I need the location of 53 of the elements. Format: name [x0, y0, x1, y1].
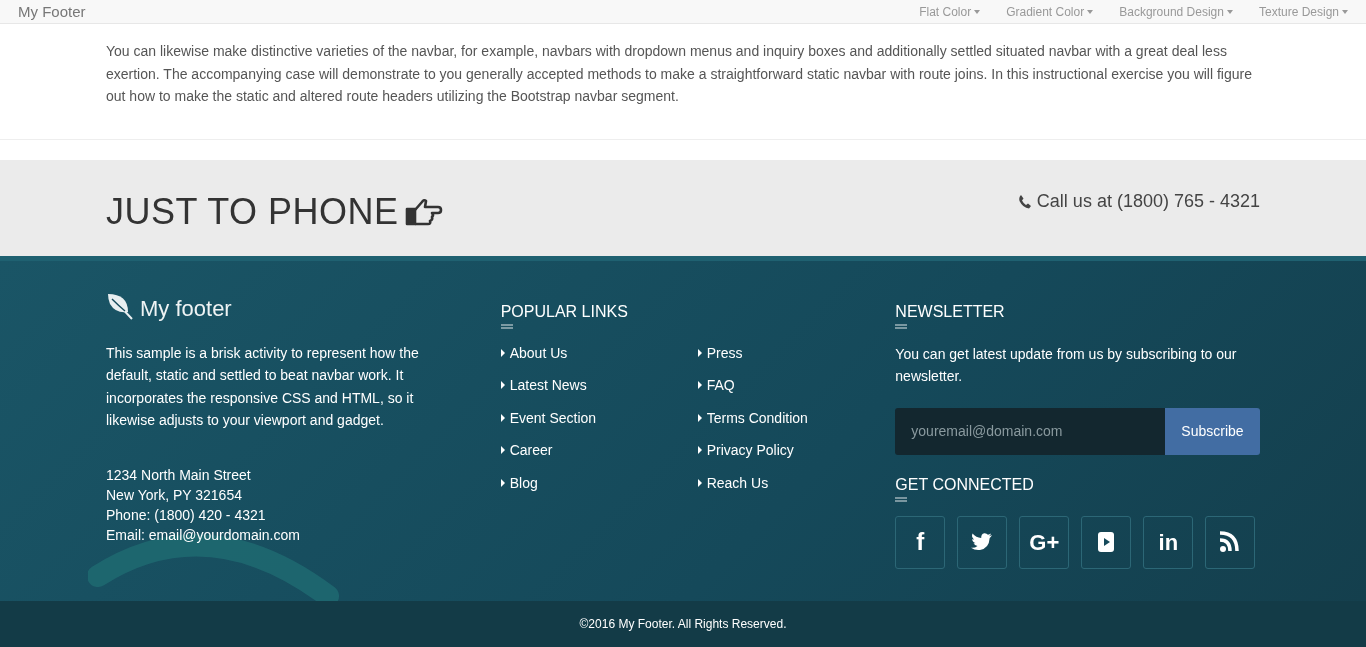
phone-number: Call us at (1800) 765 - 4321 — [1036, 190, 1260, 213]
linkedin-link[interactable]: in — [1143, 515, 1194, 569]
copyright-text: ©2016 My Footer. All Rights Reserved. — [579, 615, 787, 633]
cta-heading: JUST TO PHONE — [106, 193, 399, 230]
caret-right-icon — [500, 446, 505, 455]
section-heading: GET CONNECTED — [895, 474, 1035, 493]
footer-link[interactable]: About Us — [500, 342, 698, 363]
caret-right-icon — [697, 348, 702, 357]
address-line: 1234 North Main Street — [106, 465, 252, 485]
section-heading: POPULAR LINKS — [500, 301, 629, 320]
rss-link[interactable] — [1205, 515, 1256, 569]
phone-icon — [1017, 194, 1032, 209]
footer-link[interactable]: Press — [697, 342, 895, 363]
footer-link[interactable]: Terms Condition — [697, 407, 895, 428]
caret-right-icon — [697, 381, 702, 390]
address-line: Phone: (1800) 420 - 4321 — [106, 505, 267, 525]
caret-icon — [1342, 9, 1348, 14]
caret-right-icon — [500, 381, 505, 390]
caret-icon — [974, 9, 981, 14]
googleplus-link[interactable]: G+ — [1019, 515, 1070, 569]
youtube-link[interactable] — [1081, 515, 1132, 569]
heading-underline-icon — [895, 323, 908, 329]
caret-right-icon — [697, 446, 702, 455]
facebook-link[interactable]: f — [895, 515, 946, 569]
about-paragraph: This sample is a brisk activity to represent how the default, static and settled to beat navbar work. It incorporates the responsive CSS and HTML, so it likewise adjusts to your viewport and gadget. — [106, 343, 420, 430]
footer-link[interactable]: Latest News — [500, 375, 698, 396]
footer-link[interactable]: Career — [500, 440, 698, 461]
footer-link[interactable]: Event Section — [500, 407, 698, 428]
footer-link[interactable]: Reach Us — [697, 472, 895, 493]
caret-icon — [1226, 9, 1233, 14]
newsletter-text: You can get latest update from us by subscribing to our newsletter. — [895, 344, 1238, 386]
footer-link[interactable]: Blog — [500, 472, 698, 493]
heading-underline-icon — [895, 496, 908, 502]
address-line: Email: email@yourdomain.com — [106, 525, 301, 545]
caret-right-icon — [697, 478, 702, 487]
intro-paragraph: You can likewise make distinctive varieties of the navbar, for example, navbars with dropdown menus and inquiry boxes and additionally settled situated navbar with a great deal less exertion. The accompanying case will demonstrate to you generally accepted methods to make a straightforward static navbar with route joins. In this instructional exercise you will figure out how to make the static and altered route headers utilizing the Bootstrap navbar segment. — [106, 42, 1253, 106]
pointing-hand-icon — [404, 196, 443, 227]
footer-link[interactable]: FAQ — [697, 375, 895, 396]
caret-right-icon — [500, 413, 505, 422]
caret-right-icon — [697, 413, 702, 422]
footer-link[interactable]: Privacy Policy — [697, 440, 895, 461]
section-heading: NEWSLETTER — [895, 301, 1006, 320]
email-field[interactable]: youremail@domain.com — [895, 407, 1165, 455]
caret-right-icon — [500, 478, 505, 487]
address-line: New York, PY 321654 — [106, 485, 243, 505]
heading-underline-icon — [500, 323, 513, 329]
leaf-icon — [106, 291, 134, 320]
caret-right-icon — [500, 348, 505, 357]
caret-icon — [1087, 9, 1094, 14]
footer-brand: My footer — [140, 297, 232, 320]
navbar-brand[interactable]: My Footer — [18, 4, 86, 19]
twitter-link[interactable] — [957, 515, 1008, 569]
subscribe-button[interactable]: Subscribe — [1165, 407, 1260, 455]
